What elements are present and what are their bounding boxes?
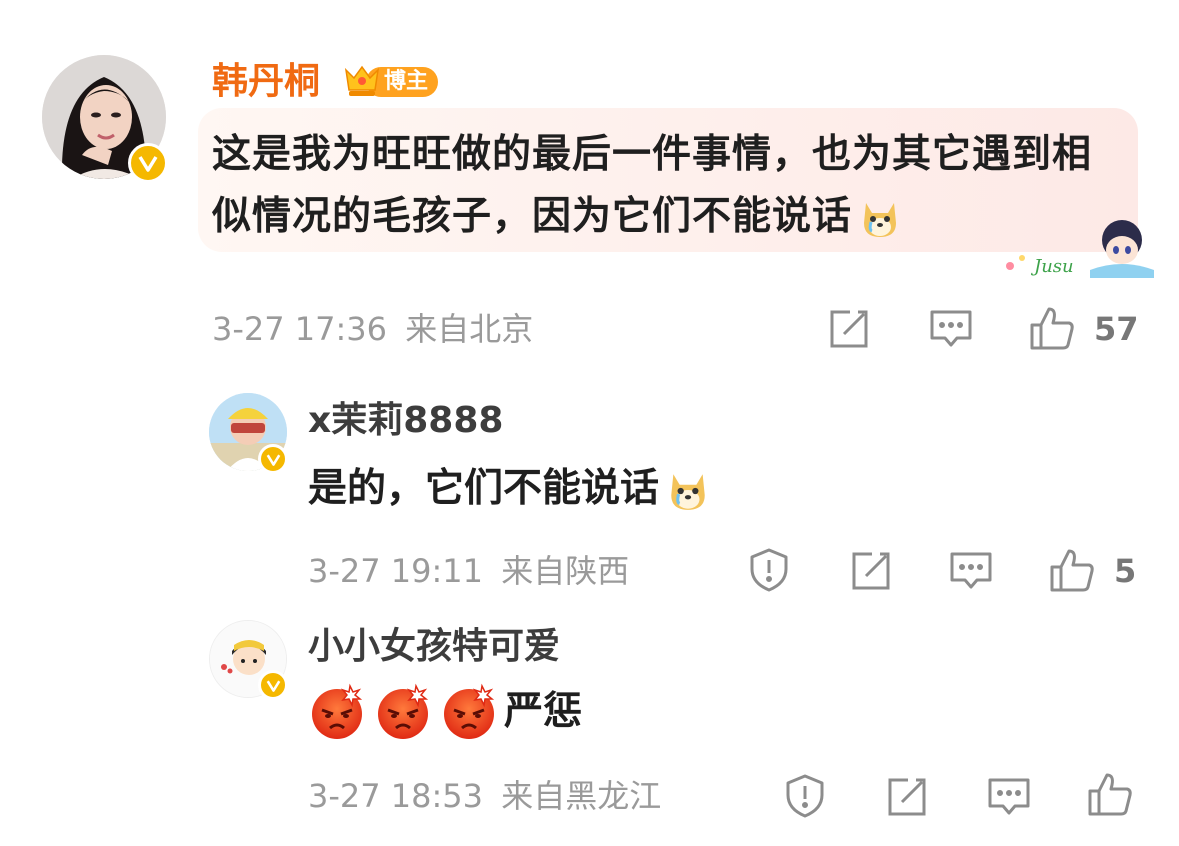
angry-emoji bbox=[440, 682, 500, 742]
decorative-sticker: Jusu bbox=[1000, 208, 1160, 278]
reply-2-text: 严惩 bbox=[308, 682, 582, 742]
reply-2-meta: 3-27 18:53 来自黑龙江 bbox=[308, 776, 661, 816]
repost-icon[interactable] bbox=[884, 774, 930, 820]
report-icon[interactable] bbox=[782, 772, 828, 820]
report-icon[interactable] bbox=[746, 546, 792, 594]
comment-icon[interactable] bbox=[948, 548, 994, 594]
reply-1-text: 是的，它们不能说话 bbox=[308, 464, 711, 514]
reply-2-text-content: 严惩 bbox=[504, 689, 583, 734]
reply-2-location: 来自黑龙江 bbox=[501, 777, 662, 815]
comment-icon[interactable] bbox=[928, 306, 974, 352]
reply-2-date: 3-27 18:53 bbox=[308, 777, 484, 815]
like-icon[interactable] bbox=[1048, 546, 1096, 594]
reply-1-date: 3-27 19:11 bbox=[308, 552, 484, 590]
reply-1-meta: 3-27 19:11 来自陕西 bbox=[308, 551, 629, 591]
main-username[interactable]: 韩丹桐 bbox=[212, 58, 320, 106]
repost-icon[interactable] bbox=[826, 306, 872, 352]
dog-tear-emoji bbox=[665, 468, 711, 514]
reply-1-like-count: 5 bbox=[1114, 552, 1137, 590]
svg-text:Jusu: Jusu bbox=[1030, 256, 1074, 277]
like-icon[interactable] bbox=[1028, 304, 1076, 352]
main-comment-text: 这是我为旺旺做的最后一件事情，也为其它遇到相似情况的毛孩子，因为它们不能说话 bbox=[212, 132, 1093, 241]
reply-1-username[interactable]: x茉莉8888 bbox=[308, 398, 503, 444]
angry-emoji bbox=[374, 682, 434, 742]
main-like-count: 57 bbox=[1094, 310, 1139, 348]
angry-emoji bbox=[308, 682, 368, 742]
blogger-badge: 博主 bbox=[344, 64, 440, 100]
verified-badge-icon bbox=[128, 143, 168, 183]
comment-icon[interactable] bbox=[986, 774, 1032, 820]
verified-badge-icon bbox=[258, 444, 288, 474]
main-comment-date: 3-27 17:36 bbox=[212, 310, 388, 348]
blogger-badge-label: 博主 bbox=[384, 69, 429, 94]
reply-1-location: 来自陕西 bbox=[501, 552, 630, 590]
verified-badge-icon bbox=[258, 670, 288, 700]
like-icon[interactable] bbox=[1086, 770, 1134, 818]
main-comment-meta: 3-27 17:36 来自北京 bbox=[212, 309, 533, 349]
main-comment-location: 来自北京 bbox=[405, 310, 534, 348]
reply-2-username[interactable]: 小小女孩特可爱 bbox=[308, 624, 560, 670]
dog-tear-emoji bbox=[858, 197, 902, 241]
repost-icon[interactable] bbox=[848, 548, 894, 594]
